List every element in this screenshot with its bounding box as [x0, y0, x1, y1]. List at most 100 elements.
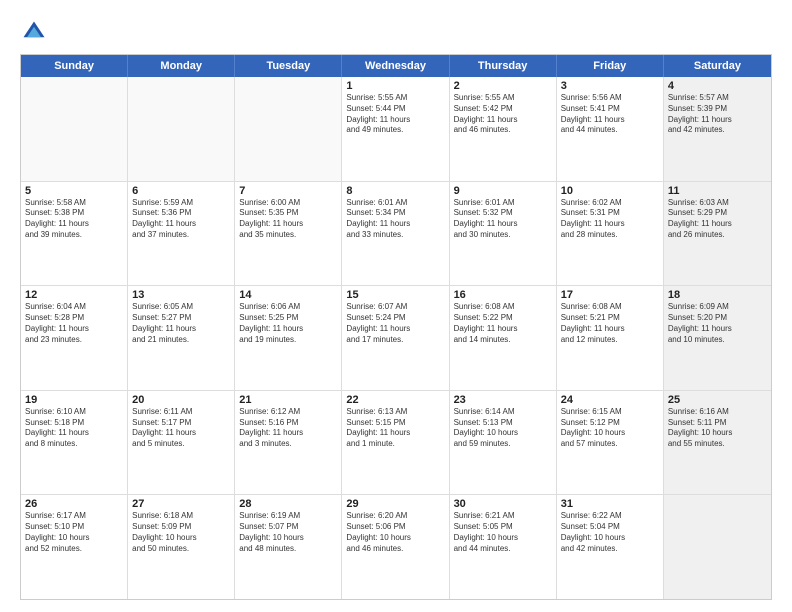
- calendar-cell-r2c3: 15Sunrise: 6:07 AM Sunset: 5:24 PM Dayli…: [342, 286, 449, 390]
- cell-details: Sunrise: 6:02 AM Sunset: 5:31 PM Dayligh…: [561, 198, 659, 241]
- cell-details: Sunrise: 6:10 AM Sunset: 5:18 PM Dayligh…: [25, 407, 123, 450]
- cell-details: Sunrise: 5:57 AM Sunset: 5:39 PM Dayligh…: [668, 93, 767, 136]
- day-number: 29: [346, 498, 444, 510]
- calendar-cell-r2c4: 16Sunrise: 6:08 AM Sunset: 5:22 PM Dayli…: [450, 286, 557, 390]
- calendar-cell-r1c6: 11Sunrise: 6:03 AM Sunset: 5:29 PM Dayli…: [664, 182, 771, 286]
- cell-details: Sunrise: 6:01 AM Sunset: 5:32 PM Dayligh…: [454, 198, 552, 241]
- cell-details: Sunrise: 6:03 AM Sunset: 5:29 PM Dayligh…: [668, 198, 767, 241]
- cell-details: Sunrise: 6:08 AM Sunset: 5:22 PM Dayligh…: [454, 302, 552, 345]
- calendar-cell-r3c2: 21Sunrise: 6:12 AM Sunset: 5:16 PM Dayli…: [235, 391, 342, 495]
- calendar-cell-r3c5: 24Sunrise: 6:15 AM Sunset: 5:12 PM Dayli…: [557, 391, 664, 495]
- day-number: 12: [25, 289, 123, 301]
- calendar-header: SundayMondayTuesdayWednesdayThursdayFrid…: [21, 55, 771, 77]
- calendar-cell-r2c6: 18Sunrise: 6:09 AM Sunset: 5:20 PM Dayli…: [664, 286, 771, 390]
- cell-details: Sunrise: 6:18 AM Sunset: 5:09 PM Dayligh…: [132, 511, 230, 554]
- calendar-cell-r2c0: 12Sunrise: 6:04 AM Sunset: 5:28 PM Dayli…: [21, 286, 128, 390]
- cell-details: Sunrise: 6:07 AM Sunset: 5:24 PM Dayligh…: [346, 302, 444, 345]
- cell-details: Sunrise: 6:15 AM Sunset: 5:12 PM Dayligh…: [561, 407, 659, 450]
- day-number: 19: [25, 394, 123, 406]
- calendar-cell-r1c3: 8Sunrise: 6:01 AM Sunset: 5:34 PM Daylig…: [342, 182, 449, 286]
- calendar-body: 1Sunrise: 5:55 AM Sunset: 5:44 PM Daylig…: [21, 77, 771, 599]
- cell-details: Sunrise: 6:17 AM Sunset: 5:10 PM Dayligh…: [25, 511, 123, 554]
- header-day-saturday: Saturday: [664, 55, 771, 77]
- calendar-cell-r0c0: [21, 77, 128, 181]
- cell-details: Sunrise: 6:13 AM Sunset: 5:15 PM Dayligh…: [346, 407, 444, 450]
- day-number: 4: [668, 80, 767, 92]
- cell-details: Sunrise: 6:11 AM Sunset: 5:17 PM Dayligh…: [132, 407, 230, 450]
- day-number: 3: [561, 80, 659, 92]
- day-number: 24: [561, 394, 659, 406]
- calendar-cell-r4c5: 31Sunrise: 6:22 AM Sunset: 5:04 PM Dayli…: [557, 495, 664, 599]
- calendar-cell-r4c4: 30Sunrise: 6:21 AM Sunset: 5:05 PM Dayli…: [450, 495, 557, 599]
- calendar-cell-r4c1: 27Sunrise: 6:18 AM Sunset: 5:09 PM Dayli…: [128, 495, 235, 599]
- day-number: 15: [346, 289, 444, 301]
- calendar-cell-r2c5: 17Sunrise: 6:08 AM Sunset: 5:21 PM Dayli…: [557, 286, 664, 390]
- calendar-cell-r2c1: 13Sunrise: 6:05 AM Sunset: 5:27 PM Dayli…: [128, 286, 235, 390]
- day-number: 31: [561, 498, 659, 510]
- day-number: 16: [454, 289, 552, 301]
- cell-details: Sunrise: 6:05 AM Sunset: 5:27 PM Dayligh…: [132, 302, 230, 345]
- day-number: 21: [239, 394, 337, 406]
- day-number: 14: [239, 289, 337, 301]
- cell-details: Sunrise: 5:55 AM Sunset: 5:44 PM Dayligh…: [346, 93, 444, 136]
- calendar-cell-r4c0: 26Sunrise: 6:17 AM Sunset: 5:10 PM Dayli…: [21, 495, 128, 599]
- cell-details: Sunrise: 6:19 AM Sunset: 5:07 PM Dayligh…: [239, 511, 337, 554]
- calendar-cell-r1c4: 9Sunrise: 6:01 AM Sunset: 5:32 PM Daylig…: [450, 182, 557, 286]
- calendar-cell-r3c3: 22Sunrise: 6:13 AM Sunset: 5:15 PM Dayli…: [342, 391, 449, 495]
- calendar-cell-r2c2: 14Sunrise: 6:06 AM Sunset: 5:25 PM Dayli…: [235, 286, 342, 390]
- cell-details: Sunrise: 6:01 AM Sunset: 5:34 PM Dayligh…: [346, 198, 444, 241]
- cell-details: Sunrise: 6:08 AM Sunset: 5:21 PM Dayligh…: [561, 302, 659, 345]
- day-number: 27: [132, 498, 230, 510]
- calendar-cell-r1c0: 5Sunrise: 5:58 AM Sunset: 5:38 PM Daylig…: [21, 182, 128, 286]
- day-number: 6: [132, 185, 230, 197]
- calendar-cell-r1c1: 6Sunrise: 5:59 AM Sunset: 5:36 PM Daylig…: [128, 182, 235, 286]
- calendar-cell-r4c3: 29Sunrise: 6:20 AM Sunset: 5:06 PM Dayli…: [342, 495, 449, 599]
- calendar-cell-r4c6: [664, 495, 771, 599]
- cell-details: Sunrise: 6:20 AM Sunset: 5:06 PM Dayligh…: [346, 511, 444, 554]
- cell-details: Sunrise: 6:09 AM Sunset: 5:20 PM Dayligh…: [668, 302, 767, 345]
- calendar-cell-r1c5: 10Sunrise: 6:02 AM Sunset: 5:31 PM Dayli…: [557, 182, 664, 286]
- cell-details: Sunrise: 6:12 AM Sunset: 5:16 PM Dayligh…: [239, 407, 337, 450]
- header-day-tuesday: Tuesday: [235, 55, 342, 77]
- page: SundayMondayTuesdayWednesdayThursdayFrid…: [0, 0, 792, 612]
- header: [20, 18, 772, 46]
- calendar-row-3: 19Sunrise: 6:10 AM Sunset: 5:18 PM Dayli…: [21, 391, 771, 496]
- cell-details: Sunrise: 6:14 AM Sunset: 5:13 PM Dayligh…: [454, 407, 552, 450]
- day-number: 9: [454, 185, 552, 197]
- cell-details: Sunrise: 5:56 AM Sunset: 5:41 PM Dayligh…: [561, 93, 659, 136]
- day-number: 28: [239, 498, 337, 510]
- cell-details: Sunrise: 5:59 AM Sunset: 5:36 PM Dayligh…: [132, 198, 230, 241]
- cell-details: Sunrise: 5:55 AM Sunset: 5:42 PM Dayligh…: [454, 93, 552, 136]
- calendar-row-0: 1Sunrise: 5:55 AM Sunset: 5:44 PM Daylig…: [21, 77, 771, 182]
- day-number: 8: [346, 185, 444, 197]
- day-number: 1: [346, 80, 444, 92]
- calendar-cell-r4c2: 28Sunrise: 6:19 AM Sunset: 5:07 PM Dayli…: [235, 495, 342, 599]
- calendar: SundayMondayTuesdayWednesdayThursdayFrid…: [20, 54, 772, 600]
- header-day-sunday: Sunday: [21, 55, 128, 77]
- day-number: 22: [346, 394, 444, 406]
- day-number: 13: [132, 289, 230, 301]
- day-number: 5: [25, 185, 123, 197]
- cell-details: Sunrise: 6:04 AM Sunset: 5:28 PM Dayligh…: [25, 302, 123, 345]
- calendar-cell-r3c4: 23Sunrise: 6:14 AM Sunset: 5:13 PM Dayli…: [450, 391, 557, 495]
- cell-details: Sunrise: 6:16 AM Sunset: 5:11 PM Dayligh…: [668, 407, 767, 450]
- header-day-thursday: Thursday: [450, 55, 557, 77]
- calendar-row-1: 5Sunrise: 5:58 AM Sunset: 5:38 PM Daylig…: [21, 182, 771, 287]
- calendar-row-4: 26Sunrise: 6:17 AM Sunset: 5:10 PM Dayli…: [21, 495, 771, 599]
- logo-icon: [20, 18, 48, 46]
- cell-details: Sunrise: 6:06 AM Sunset: 5:25 PM Dayligh…: [239, 302, 337, 345]
- day-number: 2: [454, 80, 552, 92]
- header-day-friday: Friday: [557, 55, 664, 77]
- cell-details: Sunrise: 6:00 AM Sunset: 5:35 PM Dayligh…: [239, 198, 337, 241]
- cell-details: Sunrise: 6:22 AM Sunset: 5:04 PM Dayligh…: [561, 511, 659, 554]
- day-number: 18: [668, 289, 767, 301]
- calendar-cell-r0c5: 3Sunrise: 5:56 AM Sunset: 5:41 PM Daylig…: [557, 77, 664, 181]
- day-number: 25: [668, 394, 767, 406]
- calendar-cell-r3c6: 25Sunrise: 6:16 AM Sunset: 5:11 PM Dayli…: [664, 391, 771, 495]
- day-number: 10: [561, 185, 659, 197]
- day-number: 17: [561, 289, 659, 301]
- calendar-cell-r0c3: 1Sunrise: 5:55 AM Sunset: 5:44 PM Daylig…: [342, 77, 449, 181]
- day-number: 7: [239, 185, 337, 197]
- calendar-cell-r3c0: 19Sunrise: 6:10 AM Sunset: 5:18 PM Dayli…: [21, 391, 128, 495]
- calendar-cell-r3c1: 20Sunrise: 6:11 AM Sunset: 5:17 PM Dayli…: [128, 391, 235, 495]
